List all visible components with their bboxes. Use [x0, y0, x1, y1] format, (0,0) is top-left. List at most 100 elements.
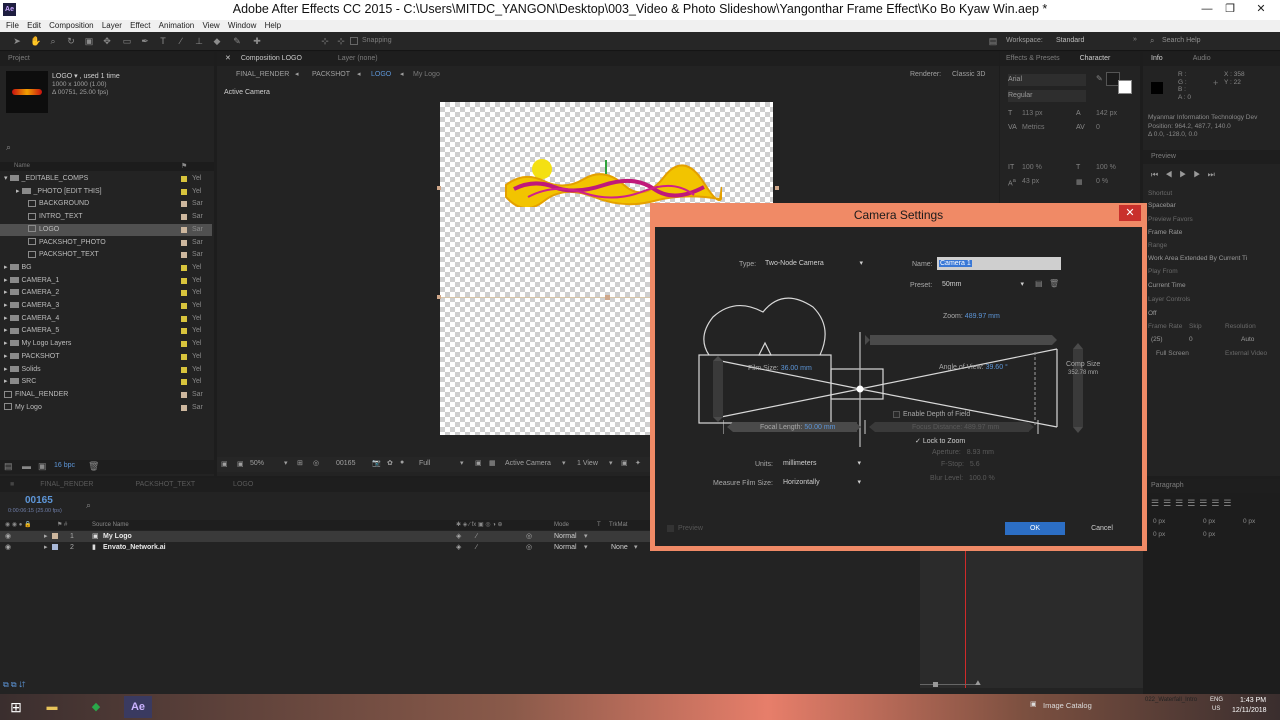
- project-item[interactable]: PACKSHOT_PHOTO Sar: [0, 237, 212, 250]
- font-family-dropdown[interactable]: Arial: [1008, 74, 1086, 86]
- snapshot-icon[interactable]: 📷: [372, 459, 381, 467]
- baseline-shift-value[interactable]: 43 px: [1022, 178, 1039, 185]
- trash-icon[interactable]: 🗑: [88, 461, 99, 472]
- shortcut-dropdown[interactable]: Spacebar: [1148, 202, 1176, 209]
- tsume-value[interactable]: 0 %: [1096, 178, 1108, 185]
- project-item[interactable]: ▸ CAMERA_2 Yel: [0, 287, 212, 300]
- name-input[interactable]: Camera 1: [937, 257, 1061, 270]
- info-tab[interactable]: Info: [1151, 55, 1163, 62]
- puppet-tool-icon[interactable]: ✚: [252, 36, 262, 46]
- mode-chevron-icon[interactable]: ▾: [584, 542, 588, 553]
- project-item[interactable]: ▸ My Logo Layers Yel: [0, 338, 212, 351]
- close-window-button[interactable]: ✕: [1243, 0, 1279, 18]
- resolution-value[interactable]: Auto: [1241, 336, 1254, 343]
- layer-handle[interactable]: [437, 295, 441, 299]
- mask-visibility-icon[interactable]: ◎: [313, 459, 319, 467]
- label-color-swatch[interactable]: [181, 226, 187, 233]
- label-color-swatch[interactable]: [181, 391, 187, 398]
- expand-toggle-icon[interactable]: ▸: [4, 366, 8, 373]
- hand-tool-icon[interactable]: ✋: [30, 36, 41, 46]
- project-item[interactable]: ▸ CAMERA_4 Yel: [0, 313, 212, 326]
- start-button[interactable]: ⊞: [2, 696, 30, 718]
- brush-tool-icon[interactable]: ∕: [176, 36, 186, 46]
- timeline-tab-logo[interactable]: LOGO: [233, 481, 253, 488]
- renderer-value[interactable]: Classic 3D: [952, 71, 985, 78]
- layer-controls-dropdown[interactable]: Off: [1148, 310, 1157, 317]
- column-trkmat[interactable]: TrkMat: [609, 522, 627, 528]
- lock-to-zoom-checkbox[interactable]: ✓ Lock to Zoom: [915, 437, 965, 445]
- angle-of-view-value[interactable]: 39.60 °: [986, 364, 1008, 371]
- timeline-search-icon[interactable]: ⌕: [86, 500, 91, 511]
- font-style-dropdown[interactable]: Regular: [1008, 90, 1086, 102]
- focal-length-value[interactable]: 50.00 mm: [804, 424, 835, 431]
- layer-source-name[interactable]: Envato_Network.ai: [103, 542, 166, 553]
- layer-label-swatch[interactable]: [52, 533, 58, 539]
- label-color-swatch[interactable]: [181, 404, 187, 411]
- search-help-input[interactable]: Search Help: [1162, 37, 1201, 44]
- transparency-grid-icon[interactable]: ▦: [489, 459, 496, 467]
- column-mode[interactable]: Mode: [554, 522, 569, 528]
- workspace-dropdown[interactable]: Standard: [1056, 37, 1084, 44]
- language-region[interactable]: US: [1212, 706, 1220, 712]
- label-color-swatch[interactable]: [181, 176, 187, 182]
- workspace-icon[interactable]: ▤: [987, 36, 999, 46]
- breadcrumb-my-logo[interactable]: My Logo: [413, 71, 440, 78]
- expand-toggle-icon[interactable]: ▸: [4, 277, 8, 284]
- language-indicator[interactable]: ENG: [1210, 697, 1223, 703]
- interpret-footage-icon[interactable]: ▤: [4, 461, 13, 472]
- logo-artwork[interactable]: [504, 157, 724, 209]
- expand-toggle-icon[interactable]: ▸: [4, 315, 8, 322]
- full-screen-checkbox[interactable]: Full Screen: [1156, 350, 1189, 357]
- trkmat-dropdown[interactable]: None: [611, 542, 628, 553]
- magnification-icon[interactable]: ▣: [237, 460, 244, 468]
- ok-button[interactable]: OK: [1005, 522, 1065, 535]
- expand-layer-icon[interactable]: ▸: [44, 531, 48, 542]
- label-color-swatch[interactable]: [181, 315, 187, 322]
- tracking-value[interactable]: 0: [1096, 124, 1100, 131]
- channel-icon[interactable]: ✿: [387, 459, 393, 467]
- composition-tab-close-icon[interactable]: ✕: [225, 55, 231, 62]
- project-item[interactable]: INTRO_TEXT Sar: [0, 211, 212, 224]
- project-item[interactable]: ▸ CAMERA_1 Yel: [0, 275, 212, 288]
- zoom-chevron-icon[interactable]: ▾: [284, 459, 288, 467]
- breadcrumb-packshot[interactable]: PACKSHOT: [312, 71, 350, 78]
- current-frame[interactable]: 00165: [336, 460, 355, 467]
- menu-help[interactable]: Help: [265, 20, 281, 32]
- zoom-value[interactable]: 489.97 mm: [965, 313, 1000, 320]
- column-source-name[interactable]: Source Name: [92, 522, 129, 528]
- fast-previews-icon[interactable]: ✦: [635, 459, 641, 467]
- project-item[interactable]: LOGO Sar: [0, 223, 212, 237]
- label-color-swatch[interactable]: [181, 201, 187, 208]
- timeline-footer-icons[interactable]: ⧉ ⧉ ⇵: [3, 680, 25, 690]
- 3d-layer-switch-icon[interactable]: ◎: [526, 531, 532, 542]
- label-color-swatch[interactable]: [181, 353, 187, 360]
- expand-toggle-icon[interactable]: ▸: [4, 378, 8, 385]
- selection-tool-icon[interactable]: ➤: [12, 36, 22, 46]
- clock-time[interactable]: 1:43 PM: [1240, 697, 1266, 704]
- layer-handle[interactable]: [437, 186, 441, 190]
- resolution-chevron-icon[interactable]: ▾: [460, 459, 464, 467]
- fstop-value[interactable]: 5.6: [970, 461, 980, 468]
- column-t[interactable]: T: [597, 522, 601, 528]
- layer-anchor-handle[interactable]: [605, 295, 610, 300]
- kerning-value[interactable]: Metrics: [1022, 124, 1045, 131]
- layer-label-swatch[interactable]: [52, 544, 58, 550]
- skip-value[interactable]: 0: [1189, 336, 1193, 343]
- axis-local-icon[interactable]: ⊹: [320, 36, 330, 46]
- layer-handle[interactable]: [775, 186, 779, 190]
- eraser-tool-icon[interactable]: ◆: [212, 36, 222, 46]
- expand-toggle-icon[interactable]: ▸: [4, 264, 8, 271]
- preview-transport-controls[interactable]: ⏮◀▶▶⏭: [1151, 170, 1222, 180]
- label-color-swatch[interactable]: [181, 341, 187, 348]
- axis-world-icon[interactable]: ⊹: [336, 36, 346, 46]
- layer-mode-dropdown[interactable]: Normal: [554, 542, 577, 553]
- pen-tool-icon[interactable]: ✒: [140, 36, 150, 46]
- character-tab[interactable]: Character: [1080, 55, 1111, 62]
- rotate-tool-icon[interactable]: ↻: [66, 36, 76, 46]
- menu-window[interactable]: Window: [228, 20, 256, 32]
- clone-tool-icon[interactable]: ⊥: [194, 36, 204, 46]
- measure-film-size-dropdown[interactable]: Horizontally ▾: [783, 477, 861, 489]
- project-item[interactable]: My Logo Sar: [0, 402, 212, 415]
- paragraph-align-buttons[interactable]: ☰☰☰☰☰☰☰: [1151, 498, 1235, 509]
- label-color-swatch[interactable]: [181, 264, 187, 271]
